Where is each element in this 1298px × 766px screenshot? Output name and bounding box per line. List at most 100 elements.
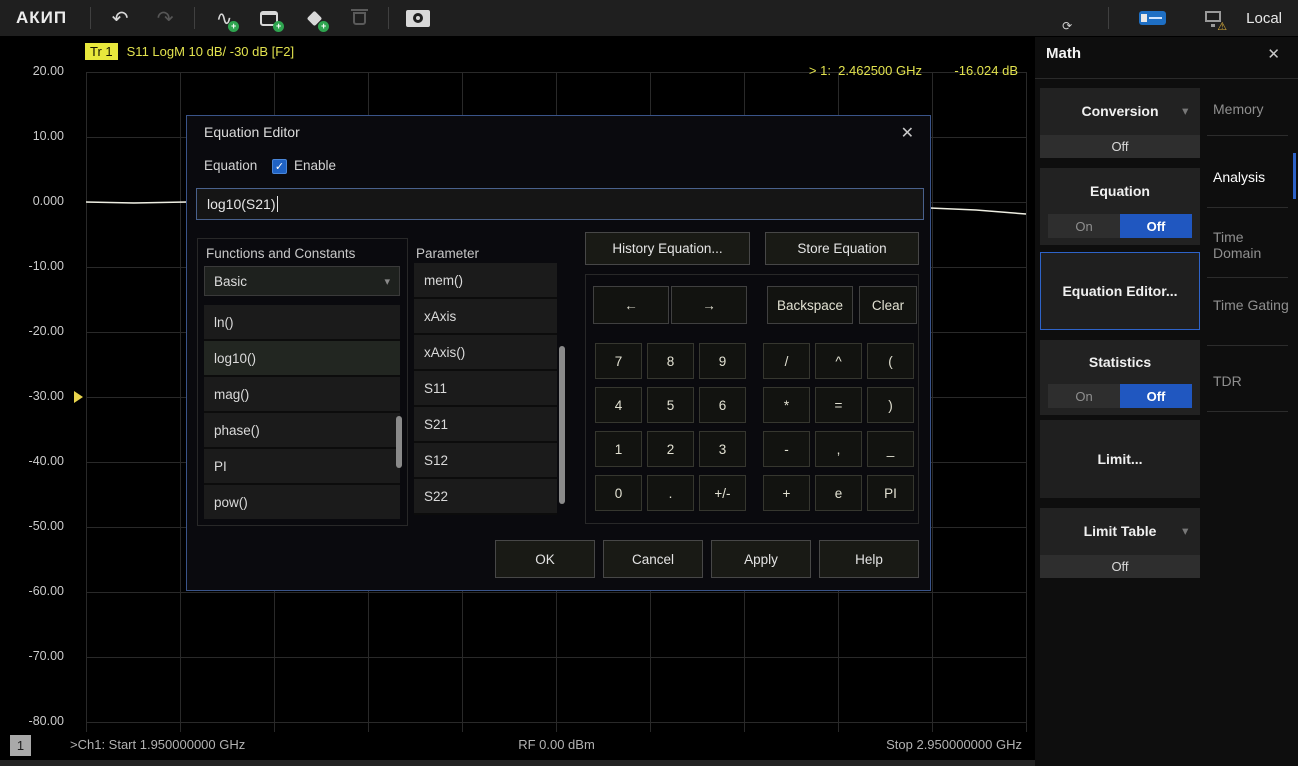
chevron-down-icon: ▾ (384, 275, 390, 288)
parameter-item[interactable]: xAxis() (414, 335, 557, 371)
key-5[interactable]: 5 (647, 387, 694, 423)
store-equation-button[interactable]: Store Equation (765, 232, 919, 265)
parameter-scrollbar[interactable] (559, 346, 565, 504)
equation-field-label: Equation (204, 158, 257, 173)
parameter-item[interactable]: S12 (414, 443, 557, 479)
cancel-button[interactable]: Cancel (603, 540, 703, 578)
system-status-button[interactable]: ⟳ (1041, 3, 1073, 33)
chevron-down-icon: ▾ (1182, 508, 1188, 555)
key-6[interactable]: 6 (699, 387, 746, 423)
tab-time-domain[interactable]: Time Domain (1213, 229, 1293, 261)
key-8[interactable]: 8 (647, 343, 694, 379)
key-multiply[interactable]: * (763, 387, 810, 423)
tab-divider (1207, 135, 1288, 136)
add-window-button[interactable]: + (253, 3, 285, 33)
key-open-paren[interactable]: ( (867, 343, 914, 379)
key-power[interactable]: ^ (815, 343, 862, 379)
cursor-left-button[interactable]: ← (593, 286, 669, 324)
add-trace-button[interactable]: ∿ + (208, 3, 240, 33)
equation-editor-button[interactable]: Equation Editor... (1040, 252, 1200, 330)
key-9[interactable]: 9 (699, 343, 746, 379)
key-dot[interactable]: . (647, 475, 694, 511)
toolbar-separator (388, 7, 389, 29)
panel-close-button[interactable]: ✕ (1267, 45, 1280, 63)
key-e[interactable]: e (815, 475, 862, 511)
conversion-group[interactable]: Conversion ▾ Off (1040, 88, 1200, 158)
function-item[interactable]: ln() (204, 305, 400, 341)
key-divide[interactable]: / (763, 343, 810, 379)
tab-analysis[interactable]: Analysis (1213, 169, 1293, 185)
function-category-dropdown[interactable]: Basic ▾ (204, 266, 400, 296)
key-2[interactable]: 2 (647, 431, 694, 467)
key-3[interactable]: 3 (699, 431, 746, 467)
delete-button[interactable] (343, 3, 375, 33)
limit-button[interactable]: Limit... (1040, 420, 1200, 498)
dialog-title: Equation Editor (204, 124, 300, 140)
functions-list: ln() log10() mag() phase() PI pow() (204, 305, 400, 519)
trace-info-bar: Tr 1 S11 LogM 10 dB/ -30 dB [F2] (85, 43, 294, 60)
screenshot-button[interactable] (402, 3, 434, 33)
tab-time-gating[interactable]: Time Gating (1213, 297, 1293, 313)
key-4[interactable]: 4 (595, 387, 642, 423)
history-equation-button[interactable]: History Equation... (585, 232, 750, 265)
statistics-on-button[interactable]: On (1048, 384, 1120, 408)
task-list-icon: ⟳ (1046, 9, 1068, 27)
key-1[interactable]: 1 (595, 431, 642, 467)
trace-settings-text: S11 LogM 10 dB/ -30 dB [F2] (127, 44, 294, 59)
panel-divider (1035, 78, 1298, 79)
tab-memory[interactable]: Memory (1213, 101, 1293, 117)
dialog-close-button[interactable]: ✕ (901, 123, 914, 143)
key-equals[interactable]: = (815, 387, 862, 423)
statistics-group: Statistics On Off (1040, 340, 1200, 415)
function-item[interactable]: log10() (204, 341, 400, 377)
key-underscore[interactable]: _ (867, 431, 914, 467)
function-item[interactable]: pow() (204, 485, 400, 519)
function-category-value: Basic (214, 274, 247, 289)
key-0[interactable]: 0 (595, 475, 642, 511)
y-axis-label: 10.00 (0, 129, 64, 143)
apply-button[interactable]: Apply (711, 540, 811, 578)
backspace-button[interactable]: Backspace (767, 286, 853, 324)
function-item[interactable]: mag() (204, 377, 400, 413)
help-button[interactable]: Help (819, 540, 919, 578)
limit-table-group[interactable]: Limit Table ▾ Off (1040, 508, 1200, 578)
parameter-item[interactable]: S11 (414, 371, 557, 407)
parameter-item[interactable]: xAxis (414, 299, 557, 335)
key-close-paren[interactable]: ) (867, 387, 914, 423)
function-item[interactable]: PI (204, 449, 400, 485)
parameter-item[interactable]: S22 (414, 479, 557, 515)
parameter-item[interactable]: S21 (414, 407, 557, 443)
marker-readout: > 1: 2.462500 GHz-16.024 dB (86, 63, 1018, 78)
key-plus[interactable]: + (763, 475, 810, 511)
function-item[interactable]: phase() (204, 413, 400, 449)
ok-button[interactable]: OK (495, 540, 595, 578)
local-mode-label[interactable]: Local (1246, 10, 1282, 27)
channel-badge[interactable]: 1 (10, 735, 31, 756)
equation-on-button[interactable]: On (1048, 214, 1120, 238)
key-comma[interactable]: , (815, 431, 862, 467)
usb-status-button[interactable] (1136, 3, 1168, 33)
key-pi[interactable]: PI (867, 475, 914, 511)
undo-button[interactable]: ↶ (104, 3, 136, 33)
key-plusminus[interactable]: +/- (699, 475, 746, 511)
trace-chip[interactable]: Tr 1 (85, 43, 118, 60)
reference-level-marker (74, 391, 83, 403)
clear-button[interactable]: Clear (859, 286, 917, 324)
bottom-strip (0, 760, 1035, 766)
network-status-button[interactable]: ⚠ (1197, 3, 1229, 33)
toolbar-separator (1108, 7, 1109, 29)
key-7[interactable]: 7 (595, 343, 642, 379)
functions-scrollbar[interactable] (396, 416, 402, 468)
redo-button[interactable]: ↷ (149, 3, 181, 33)
equation-label: Equation (1040, 168, 1200, 214)
cursor-right-button[interactable]: → (671, 286, 747, 324)
equation-input[interactable]: log10(S21) (196, 188, 924, 220)
statistics-off-button[interactable]: Off (1120, 384, 1192, 408)
add-marker-button[interactable]: + (298, 3, 330, 33)
enable-checkbox[interactable]: ✓ (272, 159, 287, 174)
equation-off-button[interactable]: Off (1120, 214, 1192, 238)
panel-title: Math (1046, 45, 1081, 62)
tab-tdr[interactable]: TDR (1213, 373, 1293, 389)
parameter-item[interactable]: mem() (414, 263, 557, 299)
key-minus[interactable]: - (763, 431, 810, 467)
